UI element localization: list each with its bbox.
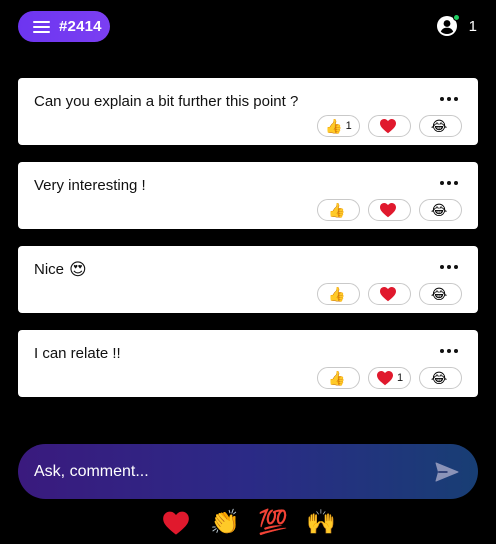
heart-reaction-button[interactable]: 1 [368, 367, 411, 389]
quick-reactions-bar: 👏 💯 🙌 [0, 509, 496, 537]
comment-text: Very interesting ! [34, 177, 146, 194]
heart-icon [376, 370, 393, 386]
room-label: #2414 [59, 18, 102, 35]
comment-text-wrap: Can you explain a bit further this point… [34, 93, 298, 110]
laugh-reaction-button[interactable]: 😂 [419, 199, 462, 221]
laugh-reaction-button[interactable]: 😂 [419, 283, 462, 305]
heart-reaction-button[interactable] [368, 199, 411, 221]
live-comments-screen: #2414 1 Can you explain a bit further th… [0, 0, 496, 544]
reaction-bar: 👍 😂 [317, 283, 462, 305]
thumbs-up-icon: 👍 [328, 286, 346, 302]
more-options-button[interactable] [440, 259, 458, 275]
thumbs-up-icon: 👍 [328, 202, 346, 218]
quick-hundred-button[interactable]: 💯 [258, 509, 288, 537]
more-options-button[interactable] [440, 91, 458, 107]
thumbs-up-icon: 👍 [325, 118, 343, 134]
comment-text-wrap: Very interesting ! [34, 177, 146, 194]
comment-card: I can relate !! 👍 1 😂 [18, 330, 478, 397]
hundred-points-icon: 💯 [258, 509, 288, 536]
comment-text: Nice [34, 261, 65, 278]
heart-icon [380, 286, 396, 302]
online-status-dot [452, 14, 460, 21]
comment-text: Can you explain a bit further this point… [34, 93, 299, 110]
thumbs-up-reaction-button[interactable]: 👍 1 [317, 115, 360, 137]
heart-reaction-button[interactable] [368, 283, 411, 305]
comment-card: Very interesting ! 👍 😂 [18, 162, 478, 229]
comment-text-wrap: Nice 😍 [34, 261, 87, 278]
thumbs-up-icon: 👍 [328, 370, 346, 386]
comment-card: Can you explain a bit further this point… [18, 78, 478, 145]
presence-count: 1 [468, 17, 477, 35]
thumbs-up-reaction-button[interactable]: 👍 [317, 199, 360, 221]
menu-icon [33, 20, 50, 33]
raised-hands-icon: 🙌 [306, 509, 336, 536]
quick-clap-button[interactable]: 👏 [210, 509, 240, 537]
quick-raised-hands-button[interactable]: 🙌 [306, 509, 336, 537]
comment-text-wrap: I can relate !! [34, 345, 121, 362]
thumbs-up-reaction-button[interactable]: 👍 [317, 283, 360, 305]
laughing-face-icon: 😂 [430, 118, 448, 134]
clapping-hands-icon: 👏 [210, 509, 240, 536]
reaction-bar: 👍 1 😂 [317, 367, 462, 389]
heart-reaction-button[interactable] [368, 115, 411, 137]
laugh-reaction-button[interactable]: 😂 [419, 115, 462, 137]
comment-input[interactable] [34, 462, 434, 481]
send-icon [435, 462, 459, 481]
thumbs-up-count: 1 [345, 120, 352, 132]
thumbs-up-reaction-button[interactable]: 👍 [317, 367, 360, 389]
quick-heart-button[interactable] [162, 509, 190, 537]
comment-text: I can relate !! [34, 345, 121, 362]
more-options-button[interactable] [440, 175, 458, 191]
presence-indicator[interactable]: 1 [436, 14, 477, 36]
reaction-bar: 👍 1 😂 [317, 115, 462, 137]
laugh-reaction-button[interactable]: 😂 [419, 367, 462, 389]
comment-composer [18, 444, 478, 499]
laughing-face-icon: 😂 [430, 202, 448, 218]
heart-icon [163, 511, 189, 535]
more-options-button[interactable] [440, 343, 458, 359]
heart-count: 1 [396, 372, 404, 384]
heart-eyes-emoji: 😍 [69, 260, 87, 279]
heart-icon [380, 202, 396, 218]
laughing-face-icon: 😂 [430, 286, 448, 302]
send-button[interactable] [434, 460, 460, 484]
room-menu-button[interactable]: #2414 [18, 11, 110, 42]
laughing-face-icon: 😂 [430, 370, 448, 386]
heart-icon [380, 118, 396, 134]
reaction-bar: 👍 😂 [317, 199, 462, 221]
user-circle-icon [436, 14, 460, 36]
comment-card: Nice 😍 👍 😂 [18, 246, 478, 313]
